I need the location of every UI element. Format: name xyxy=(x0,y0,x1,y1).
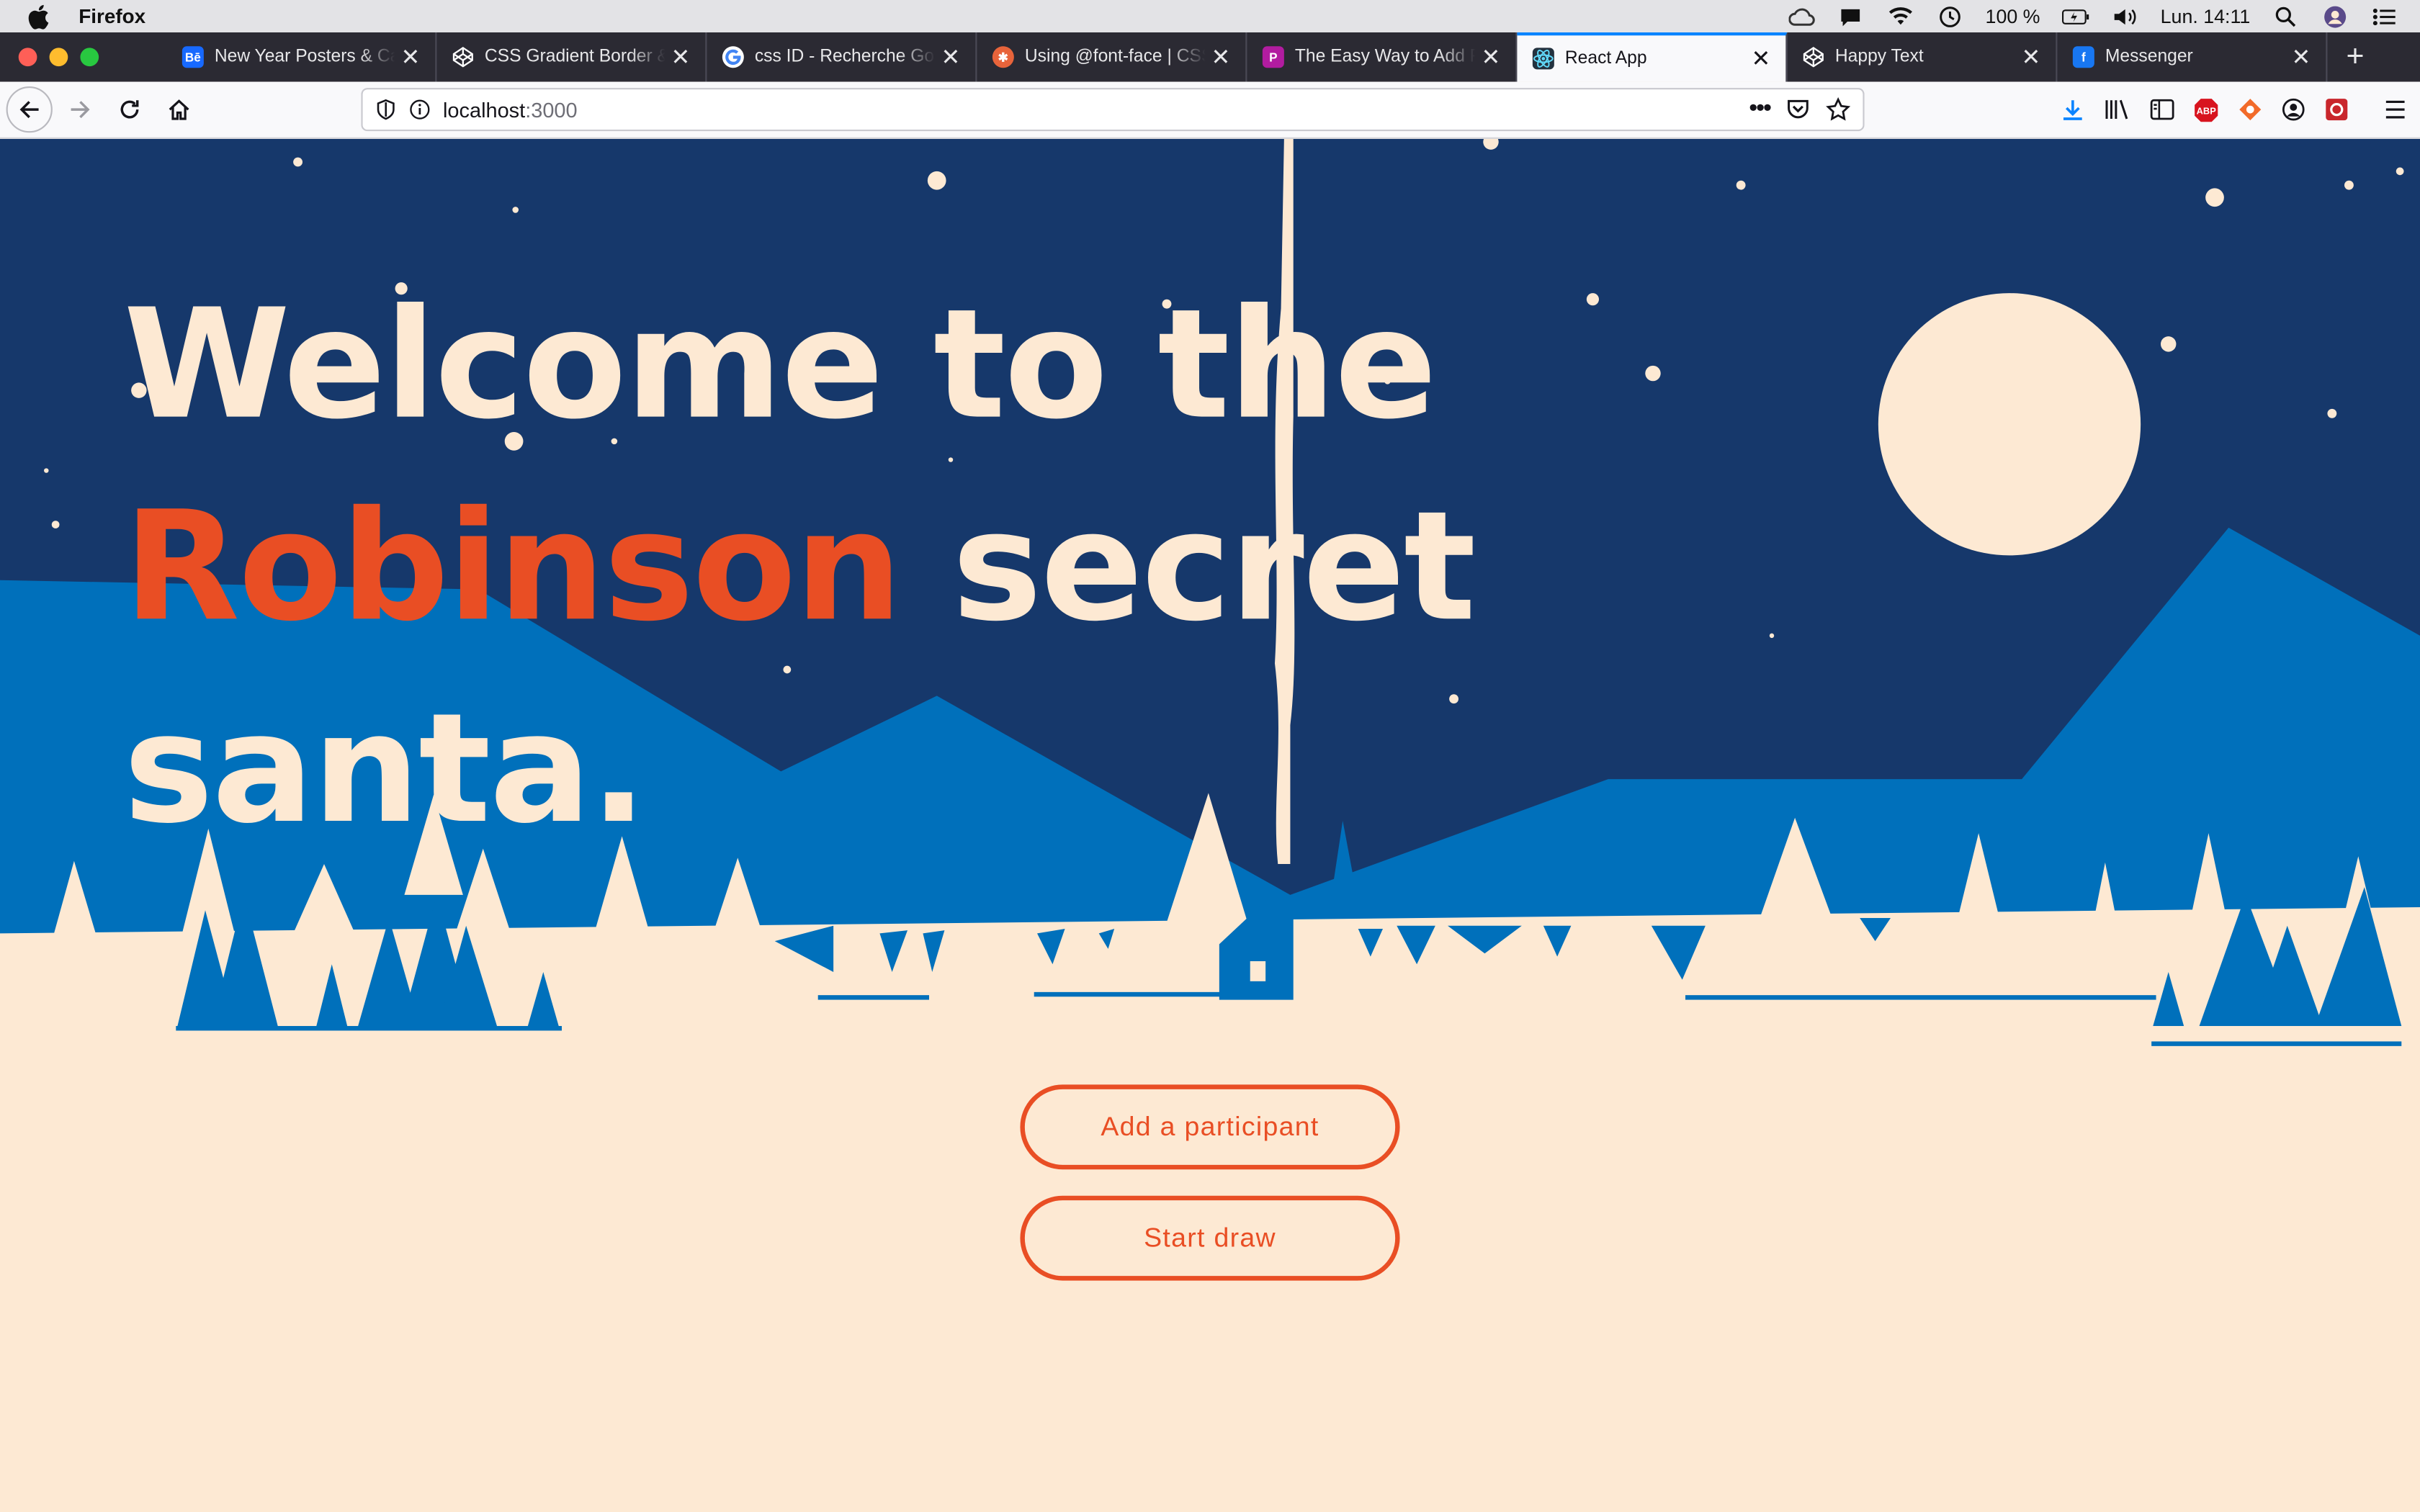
url-path: :3000 xyxy=(525,98,578,122)
headline-line-1: Welcome to the xyxy=(123,277,1437,454)
apple-icon[interactable] xyxy=(28,4,50,29)
tab-happy-text[interactable]: Happy Text ✕ xyxy=(1787,32,2058,82)
spotlight-search-icon[interactable] xyxy=(2272,4,2300,28)
close-tab-icon[interactable]: ✕ xyxy=(666,43,696,71)
macos-menu-bar: Firefox 100 % Lun. 14:11 xyxy=(0,0,2420,32)
tab-title: New Year Posters & Car xyxy=(214,48,395,67)
creative-cloud-icon[interactable] xyxy=(1788,4,1816,28)
battery-percent: 100 % xyxy=(1985,5,2040,27)
url-bar[interactable]: localhost:3000 ••• xyxy=(361,88,1865,132)
tab-google-search[interactable]: css ID - Recherche Goo ✕ xyxy=(707,32,977,82)
close-tab-icon[interactable]: ✕ xyxy=(395,43,426,71)
facebook-icon: f xyxy=(2072,46,2094,68)
battery-icon[interactable] xyxy=(2061,4,2090,28)
menu-hamburger-icon[interactable] xyxy=(2383,99,2408,120)
screen: Firefox 100 % Lun. 14:11 Bē New Year Pos… xyxy=(0,0,2420,1512)
minimize-window-button[interactable] xyxy=(49,48,68,67)
codepen-icon xyxy=(452,46,474,68)
picmonkey-icon: P xyxy=(1262,46,1284,68)
reload-button[interactable] xyxy=(108,88,151,131)
tab-messenger[interactable]: f Messenger ✕ xyxy=(2057,32,2328,82)
close-tab-icon[interactable]: ✕ xyxy=(936,43,967,71)
pocket-icon[interactable] xyxy=(1785,99,1810,120)
tab-title: Messenger xyxy=(2105,48,2193,67)
page-actions-icon[interactable]: ••• xyxy=(1749,96,1772,124)
page-content: Welcome to the Robinson secret santa. Ad… xyxy=(0,138,2420,1512)
close-tab-icon[interactable]: ✕ xyxy=(1476,43,1507,71)
tab-title: Using @font-face | CSS xyxy=(1024,48,1206,67)
account-icon[interactable] xyxy=(2281,97,2305,122)
moon xyxy=(1878,293,2141,556)
close-tab-icon[interactable]: ✕ xyxy=(1746,45,1777,72)
extension-red-icon[interactable] xyxy=(2324,97,2349,122)
google-icon xyxy=(722,46,744,68)
home-button[interactable] xyxy=(158,88,201,131)
tab-react-app[interactable]: React App ✕ xyxy=(1517,32,1788,82)
zoom-window-button[interactable] xyxy=(80,48,99,67)
forward-button[interactable] xyxy=(58,88,102,131)
tab-title: Happy Text xyxy=(1834,48,1924,67)
tab-css-gradient[interactable]: CSS Gradient Border & F ✕ xyxy=(436,32,707,82)
tab-strip: Bē New Year Posters & Car ✕ CSS Gradient… xyxy=(0,32,2420,82)
control-center-icon[interactable] xyxy=(2370,4,2398,28)
library-icon[interactable] xyxy=(2104,97,2132,122)
react-icon xyxy=(1532,48,1554,70)
url-host: localhost xyxy=(443,98,526,122)
svg-text:ABP: ABP xyxy=(2197,105,2217,116)
headline-line-3: santa. xyxy=(123,682,647,858)
tab-picmonkey[interactable]: P The Easy Way to Add Fo ✕ xyxy=(1247,32,1518,82)
css-tricks-icon: ✱ xyxy=(992,46,1014,68)
time-machine-icon[interactable] xyxy=(1936,4,1964,28)
user-avatar-icon[interactable] xyxy=(2321,4,2349,28)
sidebar-icon[interactable] xyxy=(2150,99,2174,120)
tab-list: Bē New Year Posters & Car ✕ CSS Gradient… xyxy=(166,32,2328,82)
navigation-bar: localhost:3000 ••• ABP xyxy=(0,81,2420,139)
headline-line-2-rest: secret xyxy=(900,480,1476,656)
add-participant-button[interactable]: Add a participant xyxy=(1020,1084,1400,1170)
tracking-shield-icon[interactable] xyxy=(375,99,397,120)
tab-title: React App xyxy=(1564,49,1647,68)
behance-icon: Bē xyxy=(182,46,204,68)
headline-family-name: Robinson xyxy=(123,480,902,656)
tab-title: CSS Gradient Border & F xyxy=(484,48,666,67)
adblock-plus-icon[interactable]: ABP xyxy=(2193,96,2219,122)
page-headline: Welcome to the Robinson secret santa. xyxy=(123,266,1476,872)
notification-icon[interactable] xyxy=(1837,4,1865,28)
close-tab-icon[interactable]: ✕ xyxy=(2016,43,2047,71)
codepen-icon xyxy=(1803,46,1824,68)
bookmark-star-icon[interactable] xyxy=(1826,97,1851,122)
volume-icon[interactable] xyxy=(2111,4,2139,28)
close-tab-icon[interactable]: ✕ xyxy=(1206,43,1237,71)
close-window-button[interactable] xyxy=(18,48,37,67)
tab-title: css ID - Recherche Goo xyxy=(754,48,936,67)
toolbar-extensions: ABP xyxy=(2061,88,2408,131)
menu-app-name[interactable]: Firefox xyxy=(79,4,145,27)
tab-behance[interactable]: Bē New Year Posters & Car ✕ xyxy=(166,32,437,82)
clock[interactable]: Lun. 14:11 xyxy=(2161,6,2251,27)
downloads-icon[interactable] xyxy=(2061,97,2085,122)
new-tab-button[interactable]: + xyxy=(2327,40,2383,75)
tab-css-tricks[interactable]: ✱ Using @font-face | CSS ✕ xyxy=(977,32,1247,82)
url-text[interactable]: localhost:3000 xyxy=(443,98,578,121)
start-draw-button[interactable]: Start draw xyxy=(1020,1195,1400,1281)
wifi-icon[interactable] xyxy=(1886,4,1914,28)
tab-title: The Easy Way to Add Fo xyxy=(1294,48,1476,67)
extension-diamond-icon[interactable] xyxy=(2238,97,2262,122)
close-tab-icon[interactable]: ✕ xyxy=(2286,43,2317,71)
site-info-icon[interactable] xyxy=(409,99,431,120)
back-button[interactable] xyxy=(6,86,53,133)
window-controls xyxy=(18,48,99,67)
